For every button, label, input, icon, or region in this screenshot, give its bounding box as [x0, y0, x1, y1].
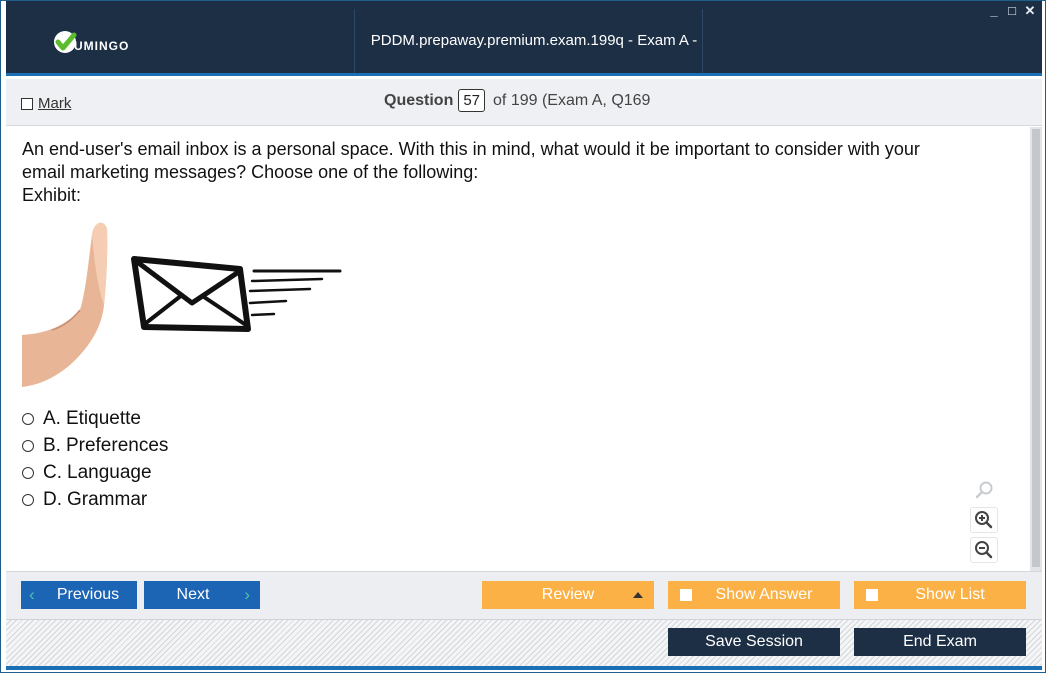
mark-checkbox-box[interactable] [21, 97, 33, 110]
option-b[interactable]: B. Preferences [22, 432, 168, 459]
caret-up-icon [633, 592, 643, 598]
show-list-toggle[interactable]: Show List [854, 581, 1026, 609]
scrollbar-thumb[interactable] [1032, 129, 1040, 567]
option-text: Grammar [67, 488, 148, 510]
next-button[interactable]: Next › [144, 581, 260, 609]
review-label: Review [541, 586, 595, 603]
show-answer-label: Show Answer [715, 586, 813, 603]
navigation-bar: ‹ Previous Next › Review Show Answer Sho… [6, 571, 1042, 619]
chevron-left-icon: ‹ [29, 585, 35, 604]
maximize-button[interactable]: □ [1006, 3, 1018, 19]
option-text: Preferences [65, 434, 169, 456]
window-controls: _ □ ✕ [988, 3, 1036, 19]
option-text: Language [67, 461, 152, 483]
show-list-label: Show List [915, 586, 985, 603]
zoom-tools [970, 477, 1002, 567]
option-c[interactable]: C. Language [22, 459, 168, 486]
question-line-2: email marketing messages? Choose one of … [22, 162, 479, 182]
zoom-out-icon [975, 541, 993, 559]
option-text: Etiquette [65, 407, 141, 429]
previous-button[interactable]: ‹ Previous [21, 581, 137, 609]
app-window: UMINGO PDDM.prepaway.premium.exam.199q -… [0, 0, 1046, 673]
question-counter: Question 57 of 199 (Exam A, Q169 [384, 89, 650, 112]
zoom-in-button[interactable] [970, 507, 998, 533]
show-answer-toggle[interactable]: Show Answer [668, 581, 840, 609]
app-logo: UMINGO [52, 25, 129, 55]
previous-label: Previous [56, 586, 120, 603]
minimize-button[interactable]: _ [988, 3, 1000, 19]
question-content: An end-user's email inbox is a personal … [6, 127, 1030, 571]
title-separator [354, 9, 355, 73]
exhibit-label: Exhibit: [22, 185, 82, 205]
end-exam-label: End Exam [903, 633, 977, 650]
question-total: of 199 (Exam A, Q169 [493, 91, 651, 109]
option-d-radio[interactable] [22, 493, 34, 506]
close-button[interactable]: ✕ [1024, 3, 1036, 19]
option-letter: B. [43, 434, 61, 456]
option-letter: A. [43, 407, 61, 429]
question-header: Mark Question 57 of 199 (Exam A, Q169 [6, 79, 1042, 126]
end-exam-button[interactable]: End Exam [854, 628, 1026, 656]
next-label: Next [176, 586, 210, 603]
title-separator [702, 9, 703, 73]
zoom-in-icon [975, 511, 993, 529]
zoom-out-button[interactable] [970, 537, 998, 563]
content-scrollbar[interactable] [1030, 127, 1042, 571]
footer-bar: Save Session End Exam [6, 619, 1042, 666]
question-number-input[interactable]: 57 [458, 89, 486, 112]
save-session-label: Save Session [705, 633, 803, 650]
mark-label: Mark [38, 95, 72, 112]
question-text: An end-user's email inbox is a personal … [22, 138, 1022, 207]
zoom-reset-button[interactable] [970, 477, 998, 503]
exhibit-image [22, 222, 342, 387]
option-d[interactable]: D. Grammar [22, 486, 168, 513]
option-a-radio[interactable] [22, 412, 34, 425]
option-c-radio[interactable] [22, 466, 34, 479]
logo-text: UMINGO [74, 39, 130, 53]
review-button[interactable]: Review [482, 581, 654, 609]
option-b-radio[interactable] [22, 439, 34, 452]
question-line-1: An end-user's email inbox is a personal … [22, 139, 920, 159]
option-a[interactable]: A. Etiquette [22, 405, 168, 432]
save-session-button[interactable]: Save Session [668, 628, 840, 656]
bottom-accent-line [6, 666, 1042, 670]
show-answer-checkbox[interactable] [680, 589, 692, 601]
title-bar: UMINGO PDDM.prepaway.premium.exam.199q -… [6, 1, 1042, 129]
magnifier-icon [975, 481, 993, 499]
answer-options: A. Etiquette B. Preferences C. Language … [22, 405, 168, 513]
show-list-checkbox[interactable] [866, 589, 878, 601]
window-title: PDDM.prepaway.premium.exam.199q - Exam A… [370, 32, 698, 129]
hand-illustration [22, 222, 108, 387]
option-letter: D. [43, 488, 62, 510]
mark-checkbox[interactable]: Mark [21, 95, 71, 112]
option-letter: C. [43, 461, 62, 483]
envelope-illustration [131, 256, 342, 332]
chevron-right-icon: › [244, 585, 250, 604]
question-label: Question [384, 91, 454, 109]
